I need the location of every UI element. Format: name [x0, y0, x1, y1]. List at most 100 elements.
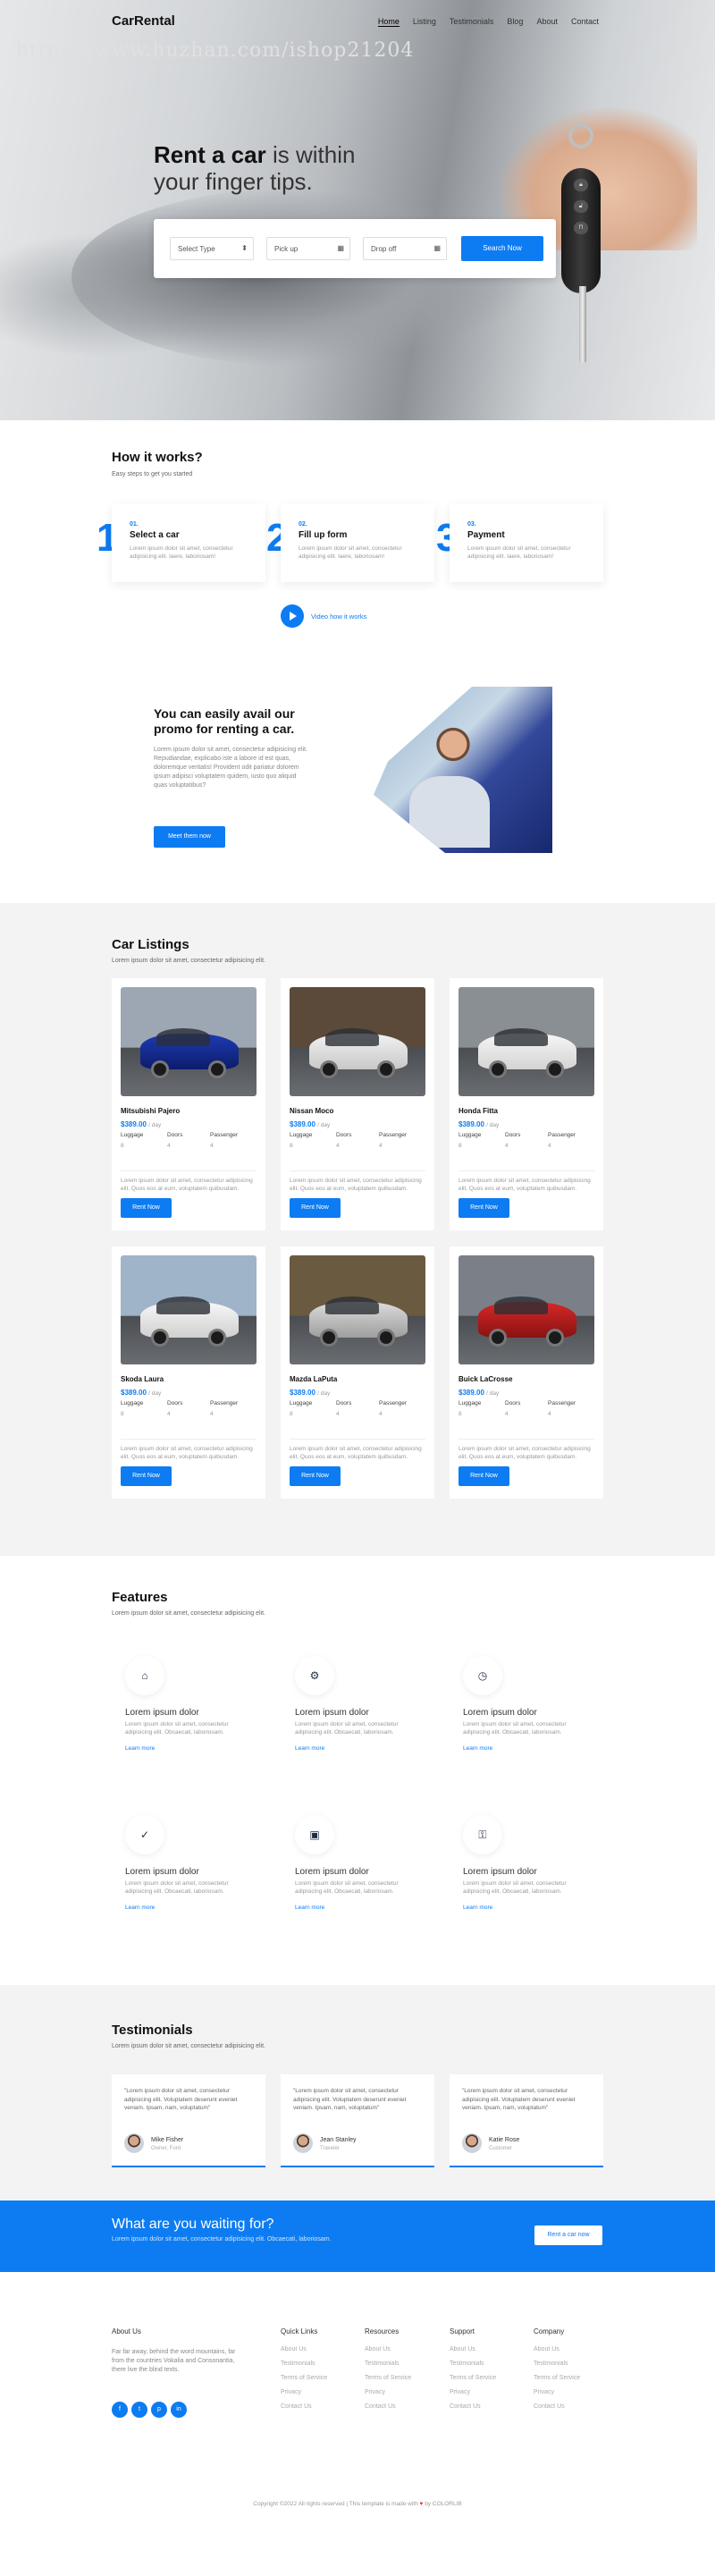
step-num: 02.	[299, 521, 307, 528]
hero-title: Rent a car is within your finger tips.	[154, 141, 355, 195]
car-card: Mitsubishi Pajero $389.00 / day Luggage …	[112, 978, 265, 1230]
learn-more-link[interactable]: Learn more	[125, 1745, 155, 1752]
car-image[interactable]	[458, 987, 594, 1096]
step-card: 01. Select a car Lorem ipsum dolor sit a…	[112, 503, 265, 582]
car-description: Lorem ipsum dolor sit amet, consectetur …	[458, 1439, 594, 1461]
rent-now-button[interactable]: Rent Now	[458, 1466, 509, 1486]
testimonial-role: Traveler	[320, 2146, 340, 2151]
car-description: Lorem ipsum dolor sit amet, consectetur …	[458, 1170, 594, 1193]
facebook-icon[interactable]: f	[112, 2402, 128, 2418]
footer-link[interactable]: Contact Us	[281, 2403, 327, 2410]
footer-link[interactable]: Privacy	[365, 2389, 411, 2395]
rent-now-button[interactable]: Rent Now	[458, 1198, 509, 1218]
car-description: Lorem ipsum dolor sit amet, consectetur …	[290, 1170, 425, 1193]
car-image[interactable]	[121, 1255, 257, 1364]
footer-link[interactable]: Terms of Service	[281, 2375, 327, 2381]
promo-title: You can easily avail our promo for renti…	[154, 706, 295, 736]
footer-link[interactable]: About Us	[281, 2346, 327, 2352]
footer-link[interactable]: About Us	[365, 2346, 411, 2352]
rent-now-button[interactable]: Rent Now	[290, 1466, 341, 1486]
footer-link[interactable]: Terms of Service	[450, 2375, 496, 2381]
nav-testimonials[interactable]: Testimonials	[450, 17, 494, 27]
brand-logo[interactable]: CarRental	[112, 13, 175, 29]
footer-link[interactable]: About Us	[534, 2346, 580, 2352]
spec-label: Doors	[167, 1400, 183, 1406]
promo-image	[374, 687, 552, 853]
footer-link[interactable]: About Us	[450, 2346, 496, 2352]
pinterest-icon[interactable]: p	[151, 2402, 167, 2418]
learn-more-link[interactable]: Learn more	[463, 1905, 492, 1911]
drop-off-placeholder: Drop off	[371, 245, 397, 253]
car-name[interactable]: Skoda Laura	[121, 1375, 164, 1383]
select-type-field[interactable]: Select Type ⬍	[170, 237, 254, 260]
spec-label: Passenger	[210, 1400, 239, 1406]
footer-link[interactable]: Testimonials	[534, 2361, 580, 2367]
nav-listing[interactable]: Listing	[413, 17, 436, 27]
learn-more-link[interactable]: Learn more	[295, 1905, 324, 1911]
cta-subtitle: Lorem ipsum dolor sit amet, consectetur …	[112, 2236, 332, 2242]
footer-link[interactable]: Terms of Service	[534, 2375, 580, 2381]
play-video-button[interactable]	[281, 604, 304, 628]
rent-now-button[interactable]: Rent Now	[121, 1198, 172, 1218]
linkedin-icon[interactable]: in	[171, 2402, 187, 2418]
spec-value: 4	[548, 1143, 551, 1149]
footer-link[interactable]: Contact Us	[450, 2403, 496, 2410]
footer-link[interactable]: Testimonials	[450, 2361, 496, 2367]
promo-text: Lorem ipsum dolor sit amet, consectetur …	[154, 747, 307, 789]
spec-label: Passenger	[379, 1400, 408, 1406]
testimonial-quote: "Lorem ipsum dolor sit amet, consectetur…	[124, 2088, 238, 2111]
spec-label: Passenger	[548, 1132, 576, 1138]
rent-now-button[interactable]: Rent Now	[121, 1466, 172, 1486]
key-blade	[579, 286, 586, 362]
drop-off-field[interactable]: Drop off ▦	[363, 237, 447, 260]
nav-contact[interactable]: Contact	[571, 17, 599, 27]
copyright-credit[interactable]: by COLORLIB	[423, 2501, 462, 2507]
feature-title: Lorem ipsum dolor	[463, 1867, 537, 1877]
rent-car-now-button[interactable]: Rent a car now	[534, 2225, 602, 2245]
learn-more-link[interactable]: Learn more	[463, 1745, 492, 1752]
learn-more-link[interactable]: Learn more	[295, 1745, 324, 1752]
car-image[interactable]	[290, 1255, 425, 1364]
price-value: $389.00	[121, 1389, 147, 1397]
search-form: Select Type ⬍ Pick up ▦ Drop off ▦ Searc…	[154, 219, 556, 278]
footer-link[interactable]: Testimonials	[365, 2361, 411, 2367]
learn-more-link[interactable]: Learn more	[125, 1905, 155, 1911]
footer-link[interactable]: Terms of Service	[365, 2375, 411, 2381]
rent-now-button[interactable]: Rent Now	[290, 1198, 341, 1218]
spec-label: Luggage	[458, 1132, 482, 1138]
car-name[interactable]: Mitsubishi Pajero	[121, 1107, 180, 1115]
nav-about[interactable]: About	[536, 17, 558, 27]
twitter-icon[interactable]: t	[131, 2402, 147, 2418]
car-image[interactable]	[290, 987, 425, 1096]
spec-value: 4	[336, 1411, 340, 1417]
car-card: Honda Fitta $389.00 / day Luggage Doors …	[450, 978, 603, 1230]
car-card: Mazda LaPuta $389.00 / day Luggage Doors…	[281, 1246, 434, 1499]
car-name[interactable]: Buick LaCrosse	[458, 1375, 512, 1383]
footer-column-title: Support	[450, 2327, 475, 2335]
footer-link[interactable]: Privacy	[281, 2389, 327, 2395]
search-now-button[interactable]: Search Now	[461, 236, 543, 261]
spec-value: 4	[210, 1411, 214, 1417]
footer-link[interactable]: Contact Us	[365, 2403, 411, 2410]
meet-them-button[interactable]: Meet them now	[154, 826, 225, 848]
video-link[interactable]: Video how it works	[311, 612, 366, 621]
footer-link[interactable]: Privacy	[450, 2389, 496, 2395]
nav-blog[interactable]: Blog	[507, 17, 523, 27]
hero: 🔒︎ 🔓︎ ⊓ Rent a car is within your finger…	[0, 0, 715, 420]
car-name[interactable]: Honda Fitta	[458, 1107, 498, 1115]
car-name[interactable]: Nissan Moco	[290, 1107, 333, 1115]
footer-link[interactable]: Privacy	[534, 2389, 580, 2395]
price-value: $389.00	[290, 1120, 315, 1128]
car-price: $389.00 / day	[458, 1389, 499, 1397]
pick-up-field[interactable]: Pick up ▦	[266, 237, 350, 260]
spec-value: 8	[458, 1411, 462, 1417]
nav-home[interactable]: Home	[377, 17, 400, 27]
footer-link[interactable]: Contact Us	[534, 2403, 580, 2410]
car-image[interactable]	[121, 987, 257, 1096]
car-name[interactable]: Mazda LaPuta	[290, 1375, 337, 1383]
hero-title-bold: Rent a car	[154, 141, 266, 168]
footer-link[interactable]: Testimonials	[281, 2361, 327, 2367]
listings-subtitle: Lorem ipsum dolor sit amet, consectetur …	[112, 958, 265, 964]
avatar	[462, 2133, 482, 2153]
car-image[interactable]	[458, 1255, 594, 1364]
